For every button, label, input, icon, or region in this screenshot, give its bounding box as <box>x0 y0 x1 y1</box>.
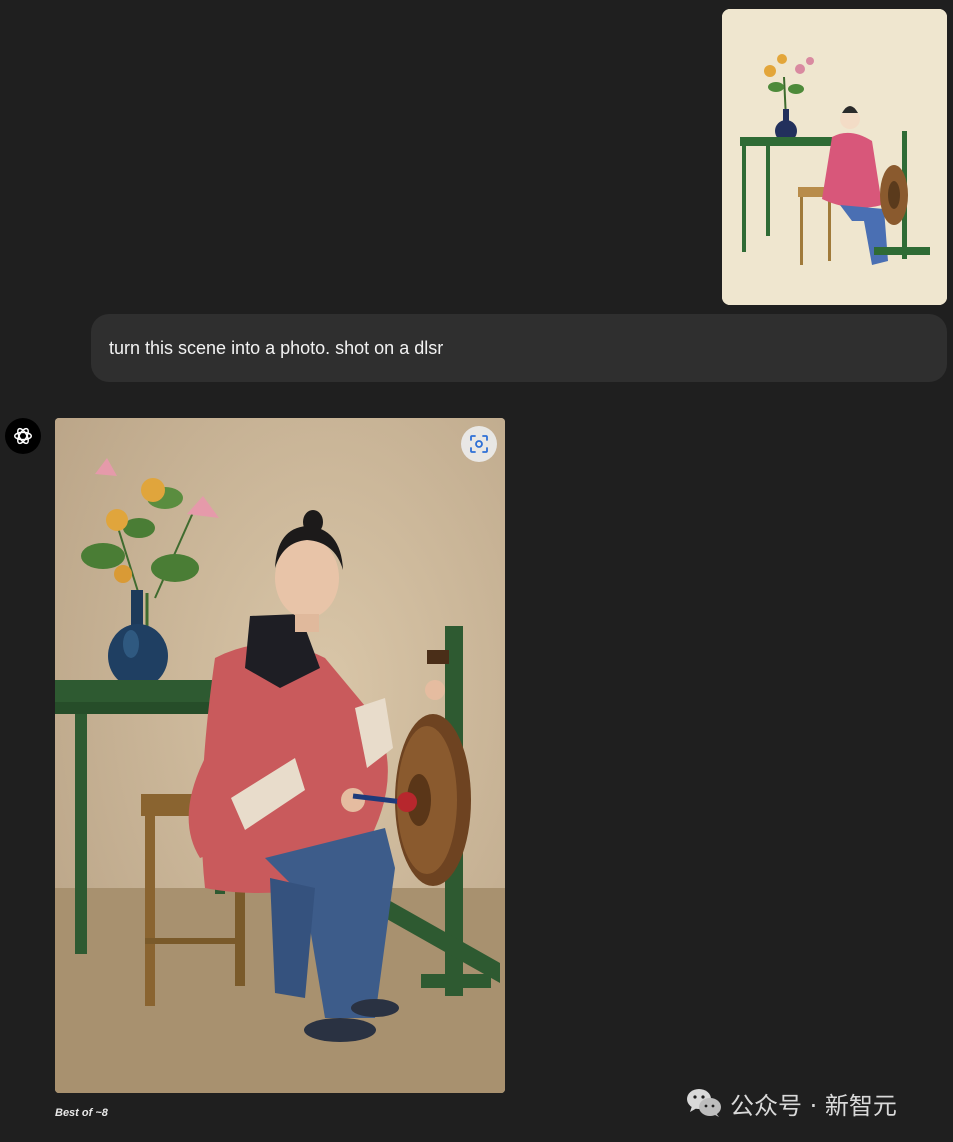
image-focus-button[interactable] <box>461 426 497 462</box>
openai-logo-icon <box>5 418 41 454</box>
watermark-text: 公众号 · 新智元 <box>730 1091 897 1120</box>
chat-page: turn this scene into a photo. shot on a … <box>0 0 953 1142</box>
image-focus-icon <box>470 435 488 453</box>
generated-image[interactable] <box>55 418 505 1093</box>
user-message-text: turn this scene into a photo. shot on a … <box>109 337 444 358</box>
user-message-bubble: turn this scene into a photo. shot on a … <box>91 314 947 382</box>
wechat-icon <box>687 1089 721 1117</box>
watermark: 公众号 · 新智元 <box>686 1074 897 1132</box>
generation-caption: Best of ~8 <box>55 1107 108 1119</box>
uploaded-image[interactable] <box>722 9 947 305</box>
